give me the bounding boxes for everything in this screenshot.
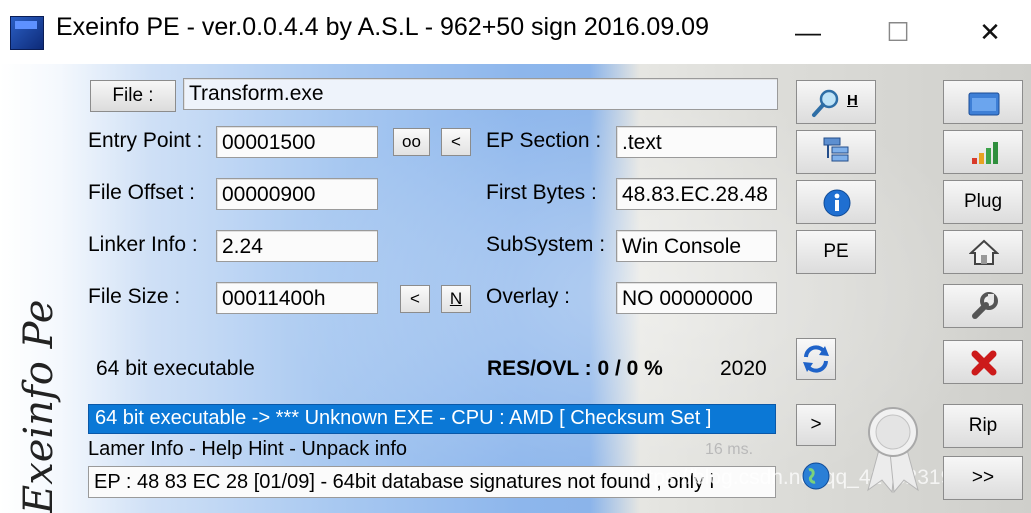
statistics-button[interactable] xyxy=(943,130,1023,174)
globe-icon xyxy=(802,462,830,490)
file-button[interactable]: File : xyxy=(90,80,176,112)
entry-point-prev-button[interactable]: < xyxy=(441,128,471,156)
minimize-button[interactable]: — xyxy=(778,8,838,56)
section-list-button[interactable] xyxy=(796,130,876,174)
file-size-label: File Size : xyxy=(88,285,181,308)
ep-section-field[interactable]: .text xyxy=(616,126,777,158)
linker-info-field[interactable]: 2.24 xyxy=(216,230,378,262)
file-size-field[interactable]: 00011400h xyxy=(216,282,378,314)
overlay-label: Overlay : xyxy=(486,285,571,308)
ep-section-label: EP Section : xyxy=(486,129,602,152)
plugins-button[interactable]: Plug xyxy=(943,180,1023,224)
entry-point-field[interactable]: 00001500 xyxy=(216,126,378,158)
exit-button[interactable] xyxy=(943,340,1023,384)
file-name-field[interactable]: Transform.exe xyxy=(183,78,778,110)
list-tree-icon xyxy=(823,137,849,162)
plug-label: Plug xyxy=(963,191,1003,212)
file-offset-label: File Offset : xyxy=(88,181,195,204)
info-button[interactable] xyxy=(796,180,876,224)
refresh-icon xyxy=(803,345,829,373)
refresh-button[interactable] xyxy=(796,338,836,380)
h-label: H xyxy=(847,92,858,109)
scan-time-text: 16 ms. xyxy=(705,441,754,458)
rip-button[interactable]: Rip xyxy=(943,404,1023,448)
main-panel: Exeinfo Pe File : Transform.exe Entry Po… xyxy=(0,64,1031,513)
linker-info-label: Linker Info : xyxy=(88,233,198,256)
title-bar: Exeinfo PE - ver.0.0.4.4 by A.S.L - 962+… xyxy=(0,0,1031,64)
web-button[interactable] xyxy=(796,456,836,498)
magnifier-icon xyxy=(812,89,839,117)
wrench-icon xyxy=(972,292,998,319)
exeinfo-logo: Exeinfo Pe xyxy=(16,300,62,513)
file-size-prev-button[interactable]: < xyxy=(400,285,430,313)
open-folder-button[interactable] xyxy=(943,80,1023,124)
next-button[interactable]: > xyxy=(796,404,836,446)
home-button[interactable] xyxy=(943,230,1023,274)
bit-info-text: 64 bit executable xyxy=(96,357,255,380)
more-button[interactable]: >> xyxy=(943,456,1023,500)
oo-button[interactable]: oo xyxy=(393,128,430,156)
res-ovl-text: RES/OVL : 0 / 0 % xyxy=(487,357,663,380)
overlay-field[interactable]: NO 00000000 xyxy=(616,282,777,314)
entry-point-label: Entry Point : xyxy=(88,129,203,152)
exeinfo-window: Exeinfo PE - ver.0.0.4.4 by A.S.L - 962+… xyxy=(0,0,1031,513)
info-icon xyxy=(823,189,851,217)
pe-button[interactable]: PE xyxy=(796,230,876,274)
svg-text:Exeinfo Pe: Exeinfo Pe xyxy=(16,300,62,513)
window-title: Exeinfo PE - ver.0.0.4.4 by A.S.L - 962+… xyxy=(56,13,709,41)
subsystem-label: SubSystem : xyxy=(486,233,606,256)
rip-label: Rip xyxy=(968,415,998,436)
year-text: 2020 xyxy=(720,357,767,380)
tools-button[interactable] xyxy=(943,284,1023,328)
detection-status-bar[interactable]: 64 bit executable -> *** Unknown EXE - C… xyxy=(88,404,776,434)
ribbon-seal-icon xyxy=(867,407,919,494)
close-button[interactable]: ✕ xyxy=(960,8,1020,56)
red-x-icon xyxy=(971,350,997,376)
app-icon xyxy=(10,16,44,50)
file-size-n-button[interactable]: N xyxy=(441,285,471,313)
folder-icon xyxy=(968,92,1000,116)
subsystem-field[interactable]: Win Console xyxy=(616,230,777,262)
first-bytes-field[interactable]: 48.83.EC.28.48 xyxy=(616,178,777,210)
file-offset-field[interactable]: 00000900 xyxy=(216,178,378,210)
home-icon xyxy=(969,239,999,265)
search-h-button[interactable]: H xyxy=(796,80,876,124)
file-button-label: File : xyxy=(112,85,154,106)
lamer-info-link[interactable]: Lamer Info - Help Hint - Unpack info xyxy=(88,438,407,461)
first-bytes-label: First Bytes : xyxy=(486,181,597,204)
maximize-button[interactable]: ☐ xyxy=(868,8,928,56)
signal-bars-icon xyxy=(972,142,998,164)
